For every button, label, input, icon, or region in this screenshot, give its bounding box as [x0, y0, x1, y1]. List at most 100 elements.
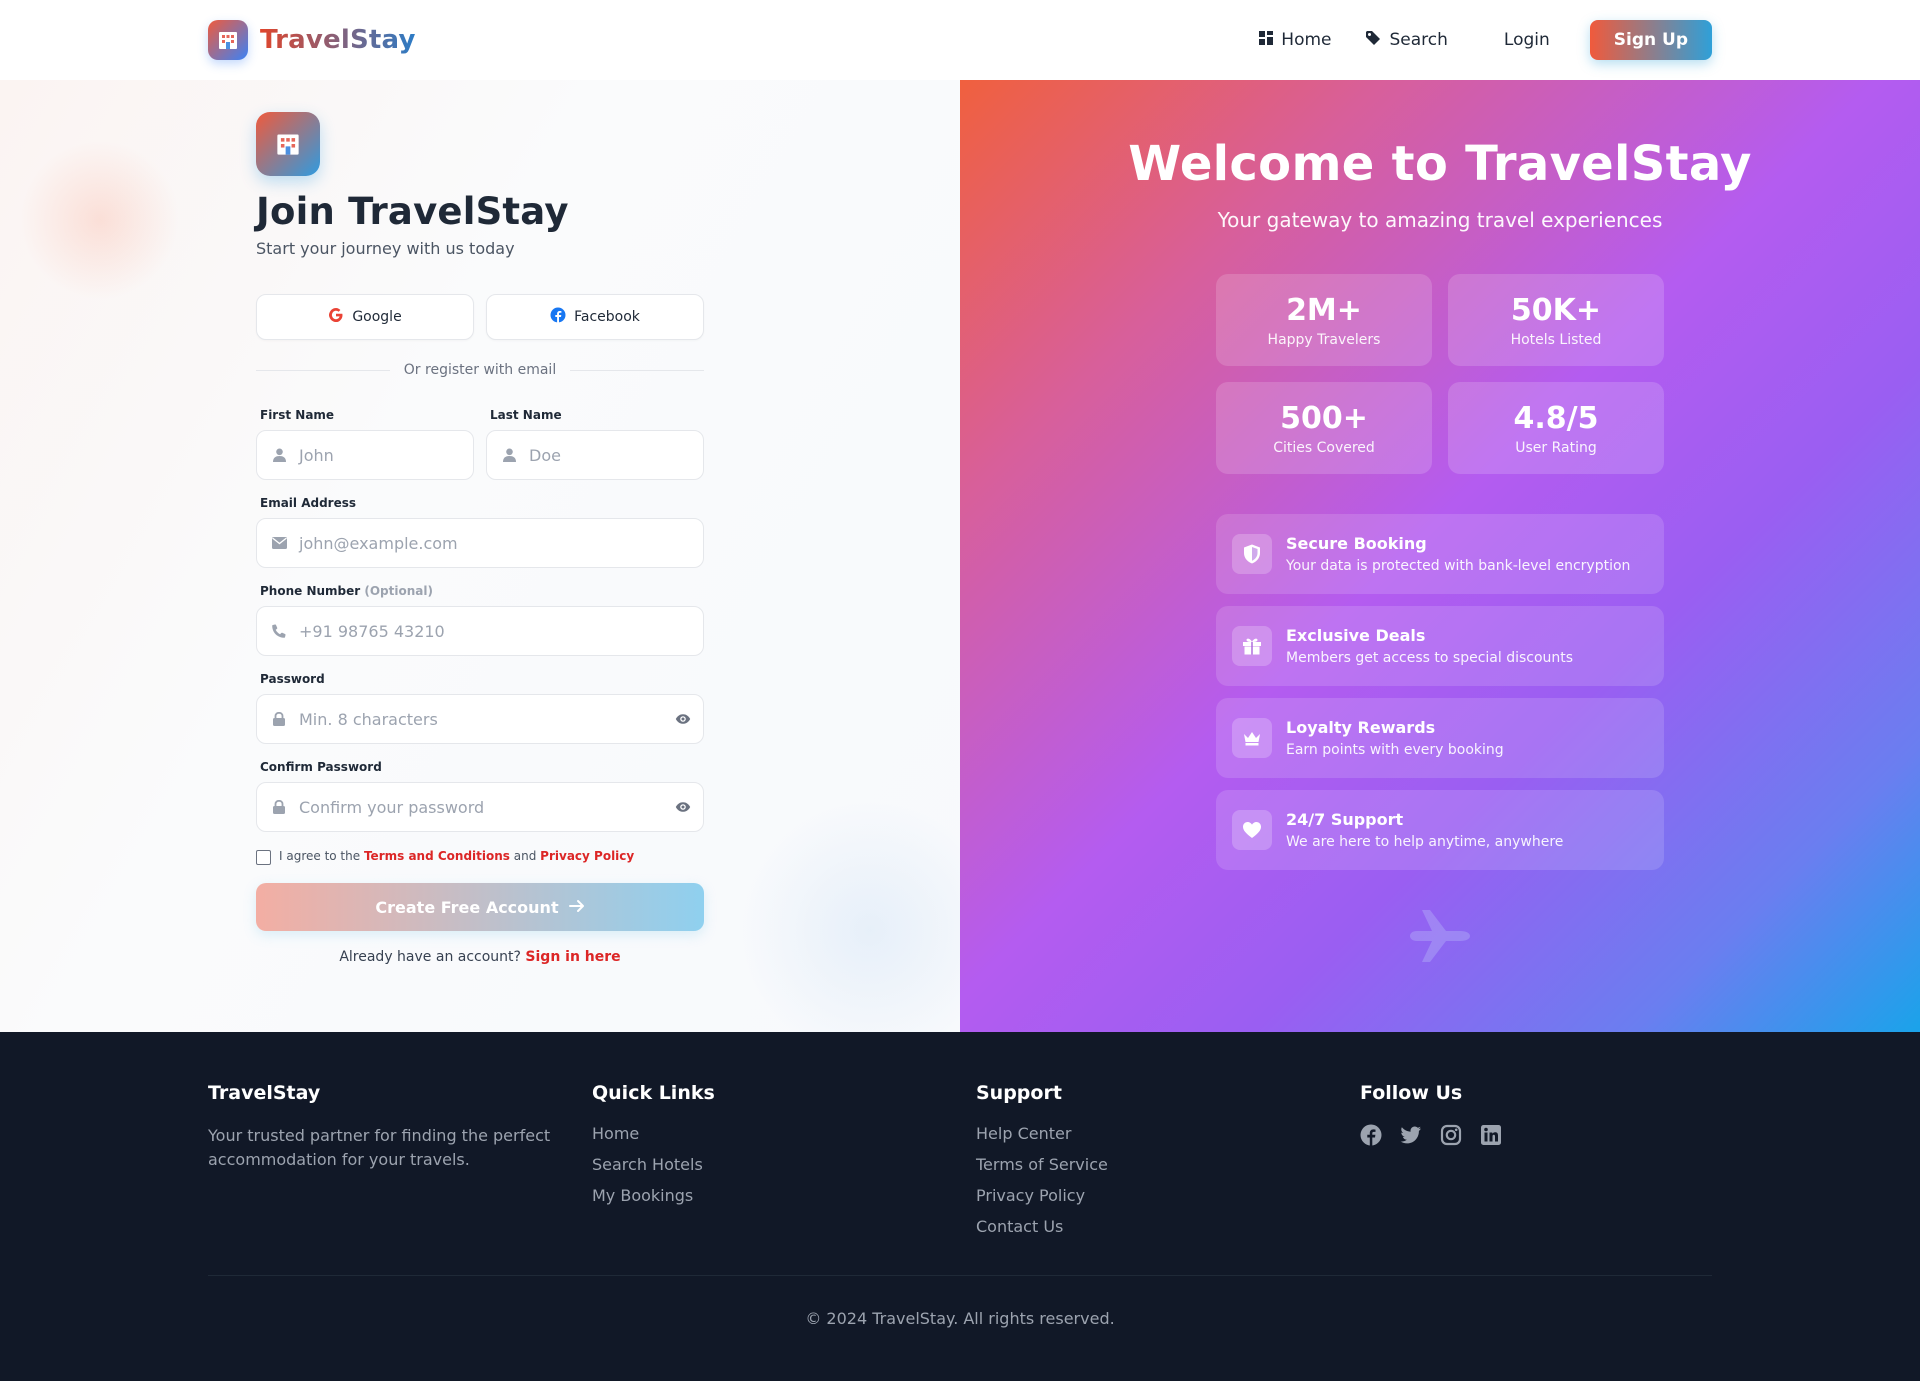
- create-account-button[interactable]: Create Free Account: [256, 883, 704, 931]
- facebook-icon[interactable]: [1360, 1124, 1382, 1146]
- confirm-password-field[interactable]: Confirm your password: [256, 782, 704, 832]
- email-placeholder: john@example.com: [299, 533, 458, 553]
- feature-card: Secure Booking Your data is protected wi…: [1216, 514, 1664, 594]
- user-icon: [501, 447, 517, 463]
- tag-icon: [1365, 30, 1381, 51]
- last-name-group: Last Name Doe: [486, 408, 704, 480]
- optional-tag: (Optional): [364, 584, 433, 598]
- main-nav: Home Search Login Sign Up: [1259, 20, 1712, 60]
- form-title: Join TravelStay: [256, 190, 569, 233]
- features-list: Secure Booking Your data is protected wi…: [1216, 514, 1664, 882]
- first-name-group: First Name John: [256, 408, 474, 480]
- lock-icon: [271, 711, 287, 727]
- footer-link-terms[interactable]: Terms of Service: [976, 1155, 1108, 1174]
- footer-brand: TravelStay: [208, 1082, 321, 1104]
- footer-quick-links: Quick Links Home Search Hotels My Bookin…: [592, 1082, 715, 1217]
- follow-heading: Follow Us: [1360, 1082, 1463, 1104]
- and-text: and: [513, 848, 537, 863]
- stat-value: 50K+: [1510, 292, 1602, 328]
- stat-label: Happy Travelers: [1267, 331, 1381, 348]
- quick-links-heading: Quick Links: [592, 1082, 715, 1104]
- footer-link-help-center[interactable]: Help Center: [976, 1124, 1108, 1143]
- footer-link-search-hotels[interactable]: Search Hotels: [592, 1155, 715, 1174]
- brand-logo[interactable]: TravelStay: [208, 20, 416, 60]
- feature-card: Loyalty Rewards Earn points with every b…: [1216, 698, 1664, 778]
- footer-link-privacy[interactable]: Privacy Policy: [976, 1186, 1108, 1205]
- stats-grid: 2M+ Happy Travelers 50K+ Hotels Listed 5…: [1216, 274, 1664, 474]
- name-row: First Name John Last Name Doe: [256, 408, 704, 480]
- instagram-icon[interactable]: [1440, 1124, 1462, 1146]
- signin-link[interactable]: Sign in here: [525, 949, 620, 965]
- nav-search[interactable]: Search: [1365, 30, 1448, 51]
- decor-blob: [740, 800, 960, 1032]
- footer-link-home[interactable]: Home: [592, 1124, 715, 1143]
- top-navbar: TravelStay Home Search Login Sign Up: [0, 0, 1920, 80]
- google-label: Google: [352, 309, 402, 325]
- grid-icon: [1259, 30, 1274, 50]
- envelope-icon: [271, 535, 287, 551]
- terms-agreement: I agree to the Terms and Conditions and …: [256, 846, 704, 865]
- email-group: Email Address john@example.com: [256, 496, 704, 568]
- stat-label: Cities Covered: [1273, 439, 1375, 456]
- copyright: © 2024 TravelStay. All rights reserved.: [805, 1309, 1115, 1328]
- phone-field[interactable]: +91 98765 43210: [256, 606, 704, 656]
- feature-desc: Your data is protected with bank-level e…: [1286, 558, 1631, 574]
- welcome-panel: Welcome to TravelStay Your gateway to am…: [960, 80, 1920, 1032]
- first-name-field[interactable]: John: [256, 430, 474, 480]
- email-field[interactable]: john@example.com: [256, 518, 704, 568]
- last-name-label: Last Name: [490, 408, 562, 422]
- divider-text: Or register with email: [403, 362, 557, 378]
- footer-about-text: Your trusted partner for finding the per…: [208, 1126, 551, 1169]
- form-subtitle: Start your journey with us today: [256, 239, 515, 258]
- stat-value: 4.8/5: [1513, 400, 1599, 436]
- nav-search-label: Search: [1389, 30, 1448, 50]
- eye-icon[interactable]: [675, 799, 691, 819]
- phone-label: Phone Number (Optional): [260, 584, 704, 598]
- divider-line: [256, 369, 390, 371]
- social-login-row: Google Facebook: [256, 294, 704, 340]
- signup-button[interactable]: Sign Up: [1589, 20, 1712, 60]
- stat-label: User Rating: [1515, 439, 1597, 456]
- google-button[interactable]: Google: [256, 294, 474, 340]
- divider-line: [570, 369, 704, 371]
- feature-desc: Members get access to special discounts: [1286, 650, 1574, 666]
- password-field[interactable]: Min. 8 characters: [256, 694, 704, 744]
- brand-name: TravelStay: [260, 25, 416, 55]
- privacy-link[interactable]: Privacy Policy: [540, 849, 634, 863]
- agree-prefix: I agree to the: [279, 848, 361, 863]
- support-heading: Support: [976, 1082, 1062, 1104]
- eye-icon[interactable]: [675, 711, 691, 731]
- footer-link-my-bookings[interactable]: My Bookings: [592, 1186, 715, 1205]
- feature-text: Secure Booking Your data is protected wi…: [1286, 534, 1630, 574]
- first-name-placeholder: John: [299, 445, 334, 465]
- stat-card: 2M+ Happy Travelers: [1216, 274, 1432, 366]
- signin-prompt: Already have an account? Sign in here: [256, 949, 704, 965]
- terms-text: I agree to the Terms and Conditions and …: [279, 849, 634, 863]
- register-panel: Join TravelStay Start your journey with …: [0, 80, 960, 1032]
- nav-home[interactable]: Home: [1259, 30, 1331, 50]
- linkedin-icon[interactable]: [1480, 1124, 1502, 1146]
- phone-icon: [271, 623, 287, 639]
- confirm-password-group: Confirm Password Confirm your password: [256, 760, 704, 832]
- feature-text: Loyalty Rewards Earn points with every b…: [1286, 718, 1504, 758]
- site-footer: TravelStay Your trusted partner for find…: [0, 1032, 1920, 1381]
- arrow-right-icon: [568, 898, 585, 917]
- twitter-icon[interactable]: [1400, 1124, 1422, 1146]
- stat-value: 2M+: [1286, 292, 1362, 328]
- hotel-icon: [256, 112, 320, 176]
- hotel-icon: [208, 20, 248, 60]
- last-name-field[interactable]: Doe: [486, 430, 704, 480]
- phone-group: Phone Number (Optional) +91 98765 43210: [256, 584, 704, 656]
- lock-icon: [271, 799, 287, 815]
- register-form: Join TravelStay Start your journey with …: [256, 112, 704, 965]
- create-account-label: Create Free Account: [375, 897, 559, 917]
- facebook-button[interactable]: Facebook: [486, 294, 704, 340]
- user-icon: [271, 447, 287, 463]
- terms-link[interactable]: Terms and Conditions: [364, 849, 510, 863]
- feature-card: 24/7 Support We are here to help anytime…: [1216, 790, 1664, 870]
- feature-desc: Earn points with every booking: [1286, 742, 1504, 758]
- terms-checkbox[interactable]: [256, 850, 271, 865]
- login-link[interactable]: Login: [1504, 30, 1550, 50]
- footer-link-contact[interactable]: Contact Us: [976, 1217, 1108, 1236]
- password-label: Password: [260, 672, 325, 686]
